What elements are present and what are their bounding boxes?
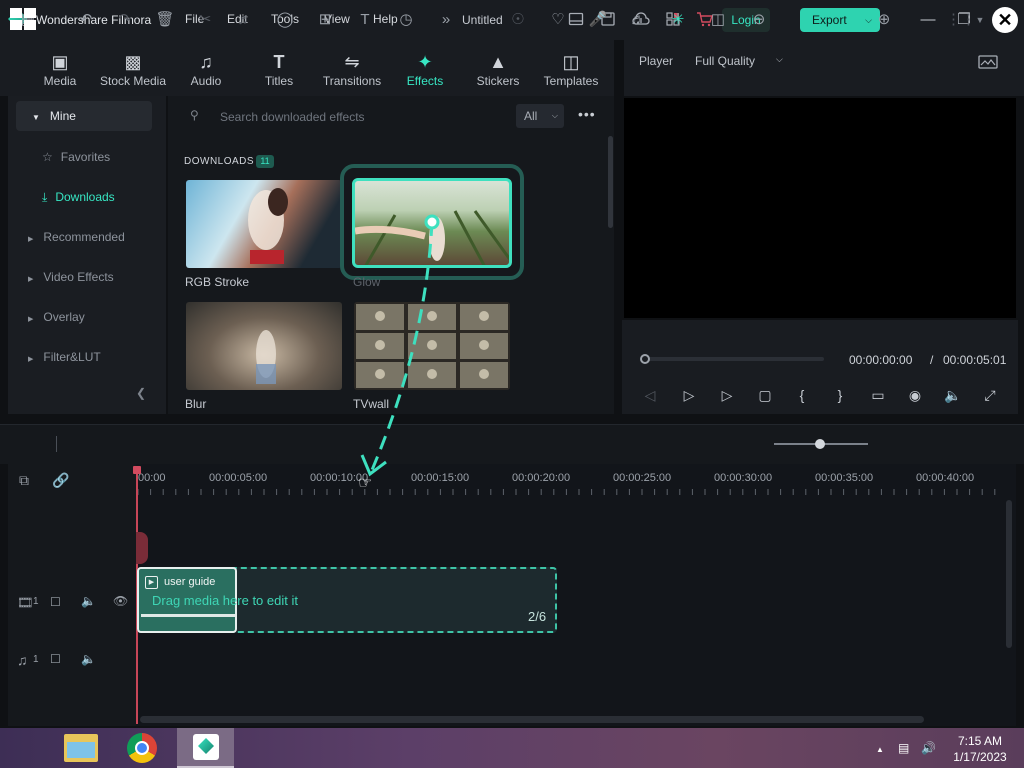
cursor-hand-icon: ☞: [358, 475, 373, 492]
file-explorer-icon[interactable]: [64, 734, 98, 762]
windows-start-icon[interactable]: [10, 8, 38, 32]
tray-expand-icon[interactable]: ▲: [876, 745, 884, 754]
clock-date: 1/17/2023: [953, 750, 1007, 764]
chrome-icon[interactable]: [127, 733, 157, 763]
clock-time: 7:15 AM: [957, 734, 1003, 748]
filmora-taskbar-icon: [193, 734, 219, 760]
drag-arrow-annotation: [360, 214, 440, 477]
network-icon[interactable]: ▤: [898, 741, 909, 755]
taskbar-clock[interactable]: 7:15 AM 1/17/2023: [950, 733, 1010, 765]
speaker-icon[interactable]: 🔊: [921, 741, 936, 755]
